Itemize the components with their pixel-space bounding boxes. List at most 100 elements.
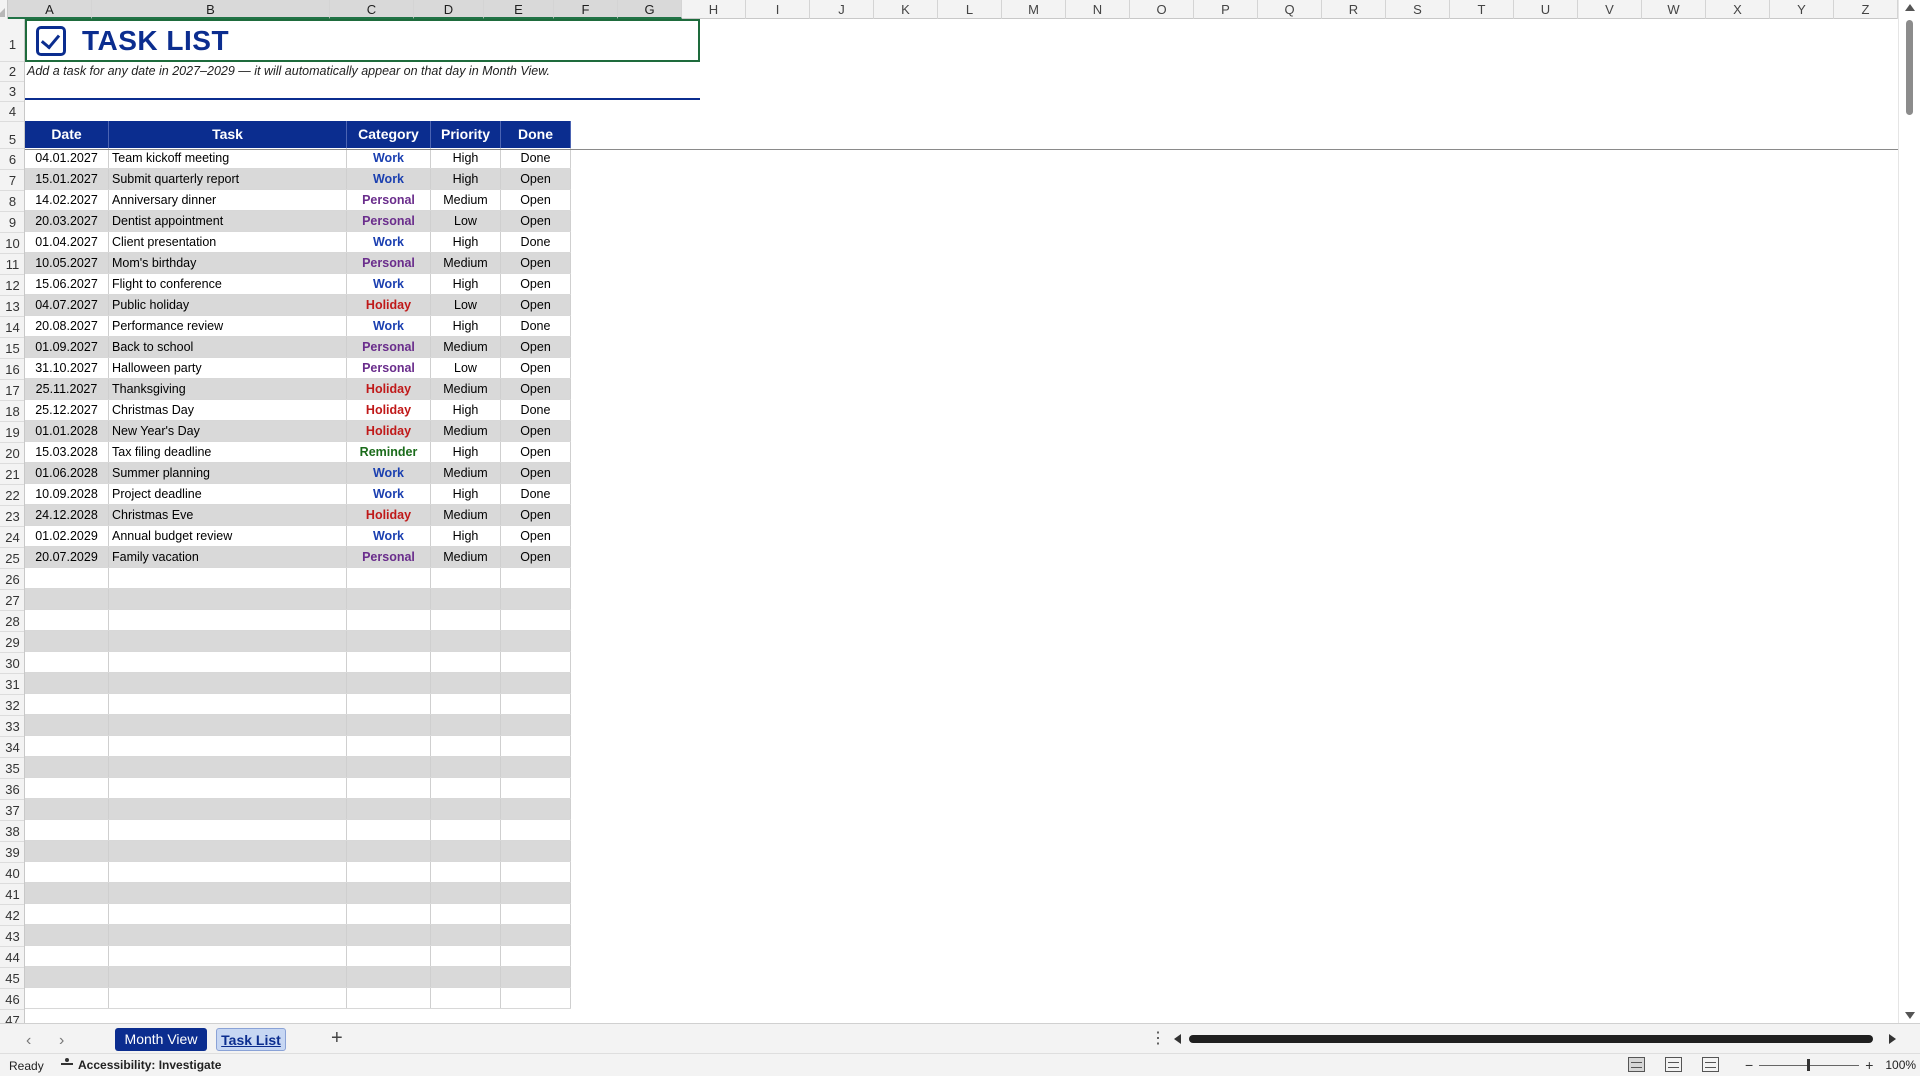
- table-row[interactable]: 10.09.2028 Project deadline Work High Done: [25, 484, 571, 505]
- cell-priority[interactable]: [431, 820, 501, 840]
- cell-date[interactable]: [25, 925, 109, 945]
- empty-table-row[interactable]: [25, 694, 571, 715]
- row-header-17[interactable]: 17: [0, 380, 24, 401]
- empty-table-row[interactable]: [25, 904, 571, 925]
- page-layout-view-icon[interactable]: [1665, 1057, 1682, 1072]
- row-header-34[interactable]: 34: [0, 737, 24, 758]
- horizontal-scrollbar[interactable]: [1172, 1032, 1898, 1046]
- scroll-left-icon[interactable]: [1174, 1034, 1181, 1044]
- cell-category[interactable]: Work: [347, 316, 431, 336]
- row-header-47[interactable]: 47: [0, 1010, 24, 1023]
- cell-date[interactable]: 25.11.2027: [25, 379, 109, 399]
- cell-date[interactable]: 15.06.2027: [25, 274, 109, 294]
- cell-task[interactable]: [109, 883, 347, 903]
- row-header-42[interactable]: 42: [0, 905, 24, 926]
- cell-date[interactable]: [25, 631, 109, 651]
- cell-priority[interactable]: [431, 736, 501, 756]
- scroll-right-icon[interactable]: [1889, 1034, 1896, 1044]
- empty-table-row[interactable]: [25, 757, 571, 778]
- vertical-scrollbar[interactable]: [1898, 0, 1920, 1023]
- column-header-n[interactable]: N: [1066, 0, 1130, 19]
- cell-task[interactable]: Anniversary dinner: [109, 190, 347, 210]
- row-header-16[interactable]: 16: [0, 359, 24, 380]
- empty-table-row[interactable]: [25, 946, 571, 967]
- cell-priority[interactable]: [431, 673, 501, 693]
- cell-category[interactable]: Work: [347, 169, 431, 189]
- cell-priority[interactable]: [431, 694, 501, 714]
- cell-category[interactable]: [347, 757, 431, 777]
- cell-done[interactable]: [501, 862, 571, 882]
- row-header-44[interactable]: 44: [0, 947, 24, 968]
- table-row[interactable]: 15.06.2027 Flight to conference Work High Op…: [25, 274, 571, 295]
- cell-category[interactable]: [347, 736, 431, 756]
- row-header-5[interactable]: 5: [0, 122, 24, 149]
- column-header-l[interactable]: L: [938, 0, 1002, 19]
- cell-date[interactable]: [25, 967, 109, 987]
- cell-category[interactable]: [347, 862, 431, 882]
- cell-priority[interactable]: [431, 904, 501, 924]
- cell-done[interactable]: [501, 568, 571, 588]
- cell-task[interactable]: [109, 673, 347, 693]
- column-header-b[interactable]: B: [92, 0, 330, 19]
- cell-priority[interactable]: High: [431, 148, 501, 168]
- cell-category[interactable]: Holiday: [347, 379, 431, 399]
- accessibility-status[interactable]: Accessibility: Investigate: [60, 1058, 221, 1072]
- cell-task[interactable]: Halloween party: [109, 358, 347, 378]
- cell-priority[interactable]: Medium: [431, 463, 501, 483]
- cell-task[interactable]: [109, 799, 347, 819]
- cell-category[interactable]: Work: [347, 148, 431, 168]
- cell-date[interactable]: 01.01.2028: [25, 421, 109, 441]
- table-row[interactable]: 31.10.2027 Halloween party Personal Low Open: [25, 358, 571, 379]
- sheet-tab-month-view[interactable]: Month View: [115, 1028, 207, 1051]
- table-row[interactable]: 01.09.2027 Back to school Personal Medium Op…: [25, 337, 571, 358]
- cell-category[interactable]: Holiday: [347, 400, 431, 420]
- cell-task[interactable]: [109, 568, 347, 588]
- column-header-u[interactable]: U: [1514, 0, 1578, 19]
- table-row[interactable]: 04.07.2027 Public holiday Holiday Low Open: [25, 295, 571, 316]
- cell-priority[interactable]: Medium: [431, 190, 501, 210]
- row-header-32[interactable]: 32: [0, 695, 24, 716]
- empty-table-row[interactable]: [25, 610, 571, 631]
- cell-date[interactable]: [25, 988, 109, 1008]
- row-header-38[interactable]: 38: [0, 821, 24, 842]
- cell-done[interactable]: [501, 631, 571, 651]
- table-row[interactable]: 04.01.2027 Team kickoff meeting Work High Do…: [25, 148, 571, 169]
- cell-priority[interactable]: [431, 862, 501, 882]
- cell-category[interactable]: [347, 820, 431, 840]
- cell-task[interactable]: Public holiday: [109, 295, 347, 315]
- cell-category[interactable]: [347, 631, 431, 651]
- cell-date[interactable]: [25, 883, 109, 903]
- column-header-f[interactable]: F: [554, 0, 618, 19]
- table-row[interactable]: 15.03.2028 Tax filing deadline Reminder Hig…: [25, 442, 571, 463]
- column-header-q[interactable]: Q: [1258, 0, 1322, 19]
- cell-done[interactable]: [501, 946, 571, 966]
- cell-task[interactable]: Client presentation: [109, 232, 347, 252]
- cell-done[interactable]: Open: [501, 505, 571, 525]
- scroll-up-icon[interactable]: [1905, 4, 1915, 11]
- column-header-m[interactable]: M: [1002, 0, 1066, 19]
- cell-category[interactable]: [347, 883, 431, 903]
- cell-category[interactable]: [347, 673, 431, 693]
- cell-task[interactable]: [109, 967, 347, 987]
- cell-priority[interactable]: [431, 841, 501, 861]
- table-row[interactable]: 01.02.2029 Annual budget review Work High Op…: [25, 526, 571, 547]
- empty-table-row[interactable]: [25, 820, 571, 841]
- sheet-tab-task-list[interactable]: Task List: [216, 1028, 286, 1051]
- header-done[interactable]: Done: [501, 121, 571, 148]
- cell-date[interactable]: 01.06.2028: [25, 463, 109, 483]
- plus-icon[interactable]: +: [331, 1027, 343, 1050]
- row-header-21[interactable]: 21: [0, 464, 24, 485]
- row-header-25[interactable]: 25: [0, 548, 24, 569]
- row-header-4[interactable]: 4: [0, 102, 24, 122]
- select-all-corner[interactable]: [0, 0, 8, 19]
- cell-done[interactable]: [501, 589, 571, 609]
- column-header-k[interactable]: K: [874, 0, 938, 19]
- cell-category[interactable]: Personal: [347, 358, 431, 378]
- cell-category[interactable]: [347, 841, 431, 861]
- cell-done[interactable]: [501, 988, 571, 1008]
- cell-task[interactable]: [109, 904, 347, 924]
- cell-done[interactable]: [501, 904, 571, 924]
- cell-task[interactable]: Back to school: [109, 337, 347, 357]
- row-header-8[interactable]: 8: [0, 191, 24, 212]
- cell-date[interactable]: 15.03.2028: [25, 442, 109, 462]
